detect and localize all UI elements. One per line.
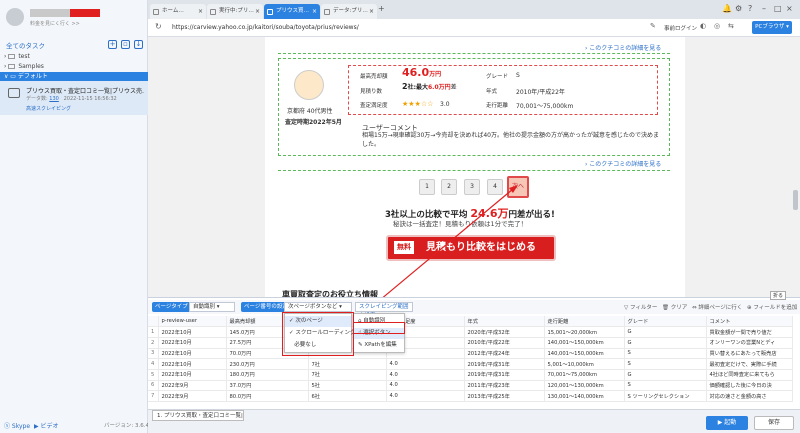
table-cell: 6: [148, 380, 159, 392]
table-cell: G: [624, 369, 707, 381]
table-cell: 7: [148, 390, 159, 402]
table-cell: 7社: [308, 369, 387, 381]
table-cell: 2022年10月: [158, 369, 227, 381]
table-row[interactable]: 6 2022年9月 37.0万円 5社 4.0 2011年/平成23年 120,001～13…: [148, 380, 793, 392]
table-cell: 230.0万円: [226, 358, 309, 370]
table-cell: 4.0: [386, 390, 465, 402]
table-cell: 120,001～130,000km: [544, 380, 625, 392]
table-cell: 5: [148, 369, 159, 381]
table-row[interactable]: 5 2022年10月 180.0万円 7社 4.0 2019年/平成31年 70,001～7…: [148, 369, 793, 381]
table-cell: 4: [148, 358, 159, 370]
table-row[interactable]: 1 2022年10月 145.0万円 2020年/平成32年 15,001～20,000…: [148, 326, 793, 338]
table-cell: S: [624, 358, 707, 370]
table-cell: 4.0: [386, 358, 465, 370]
table-row[interactable]: 7 2022年9月 80.0万円 6社 4.0 2013年/平成25年 130,001～14…: [148, 390, 793, 402]
table-cell: 2013年/平成25年: [464, 390, 545, 402]
table-header-row: p-review-user 最高売却額 査定満足度 年式 走行距離 グレード コ…: [148, 316, 793, 328]
table-cell: 130,001～140,000km: [544, 390, 625, 402]
footer-bar: [148, 409, 800, 433]
table-cell: オンリーワンの営業Nとディ: [706, 337, 793, 349]
filter-button[interactable]: ▽ フィルター: [624, 303, 657, 311]
table-cell: 2022年10月: [158, 358, 227, 370]
footer-page-tab[interactable]: 1. プリウス買取・査定口コミ一覧|…: [152, 410, 244, 421]
table-cell: 4社ほど同時査定に来てもら: [706, 369, 793, 381]
highlight-box: [282, 312, 354, 356]
clear-button[interactable]: 🗑 クリア: [662, 303, 687, 311]
table-cell: 6社: [308, 390, 387, 402]
table-cell: 2011年/平成23年: [464, 380, 545, 392]
table-cell: 買取金額が一間で売り値だ: [706, 326, 793, 338]
table-cell: 2022年9月: [158, 390, 227, 402]
table-row[interactable]: 2 2022年10月 27.5万円 2010年/平成22年 140,001～150,00…: [148, 337, 793, 349]
table-cell: 対応の速さと金額の高さ: [706, 390, 793, 402]
paging-select[interactable]: 次ページボタンなど ▾: [284, 302, 352, 312]
table-cell: 37.0万円: [226, 380, 309, 392]
col-header-grade[interactable]: グレード: [624, 316, 707, 328]
table-cell: 80.0万円: [226, 390, 309, 402]
table-cell: S ツーリングセレクション: [624, 390, 707, 402]
table-cell: S: [624, 380, 707, 392]
table-cell: 7社: [308, 358, 387, 370]
table-row[interactable]: 3 2022年10月 70.0万円 2012年/平成24年 140,001～150,00…: [148, 348, 793, 360]
table-cell: 価額確認した後に今日の決: [706, 380, 793, 392]
table-cell: 2022年10月: [158, 337, 227, 349]
table-cell: 4.0: [386, 369, 465, 381]
table-cell: 2020年/平成32年: [464, 326, 545, 338]
col-header-user[interactable]: p-review-user: [158, 316, 227, 328]
highlight-box-option: [353, 322, 405, 334]
table-cell: 2019年/平成31年: [464, 369, 545, 381]
col-header-comment[interactable]: コメント: [706, 316, 793, 328]
table-cell: 140,001～150,000km: [544, 337, 625, 349]
table-cell: 2010年/平成22年: [464, 337, 545, 349]
save-button[interactable]: 保存: [754, 416, 794, 430]
table-cell: 最初査定だけで、実際に手続: [706, 358, 793, 370]
add-field-button[interactable]: ⊕ フィールドを追加: [747, 303, 797, 311]
table-cell: 5社: [308, 380, 387, 392]
table-cell: 5,001～10,000km: [544, 358, 625, 370]
run-button[interactable]: ▶ 起動: [706, 416, 748, 430]
table-cell: 2: [148, 337, 159, 349]
table-cell: G: [624, 337, 707, 349]
table-cell: 4.0: [386, 380, 465, 392]
table-cell: 70,001～75,000km: [544, 369, 625, 381]
collapse-button[interactable]: 折る: [770, 291, 787, 300]
col-header-year[interactable]: 年式: [464, 316, 545, 328]
detail-page-button[interactable]: ⇔ 詳細ページに行く: [692, 303, 742, 311]
table-cell: 2022年10月: [158, 348, 227, 360]
table-cell: S: [624, 348, 707, 360]
data-table: p-review-user 最高売却額 査定満足度 年式 走行距離 グレード コ…: [148, 316, 793, 402]
table-cell: 2022年9月: [158, 380, 227, 392]
table-cell: 買い替えるにあたって販売店: [706, 348, 793, 360]
table-cell: 2019年/平成31年: [464, 358, 545, 370]
table-row[interactable]: 4 2022年10月 230.0万円 7社 4.0 2019年/平成31年 5,001～10…: [148, 358, 793, 370]
table-cell: 2012年/平成24年: [464, 348, 545, 360]
scrape-range-button[interactable]: スクレイピング範囲を設定: [355, 302, 413, 319]
table-cell: 2022年10月: [158, 326, 227, 338]
table-cell: G: [624, 326, 707, 338]
table-cell: 3: [148, 348, 159, 360]
option-edit-xpath[interactable]: ✎ XPathを編集: [354, 340, 404, 351]
table-cell: 180.0万円: [226, 369, 309, 381]
table-cell: 15,001～20,000km: [544, 326, 625, 338]
table-cell: 140,001～150,000km: [544, 348, 625, 360]
table-cell: 1: [148, 326, 159, 338]
page-type-label: ページタイプ: [152, 302, 191, 312]
col-header-mileage[interactable]: 走行距離: [544, 316, 625, 328]
page-type-select[interactable]: 自動識別 ▾: [189, 302, 235, 312]
